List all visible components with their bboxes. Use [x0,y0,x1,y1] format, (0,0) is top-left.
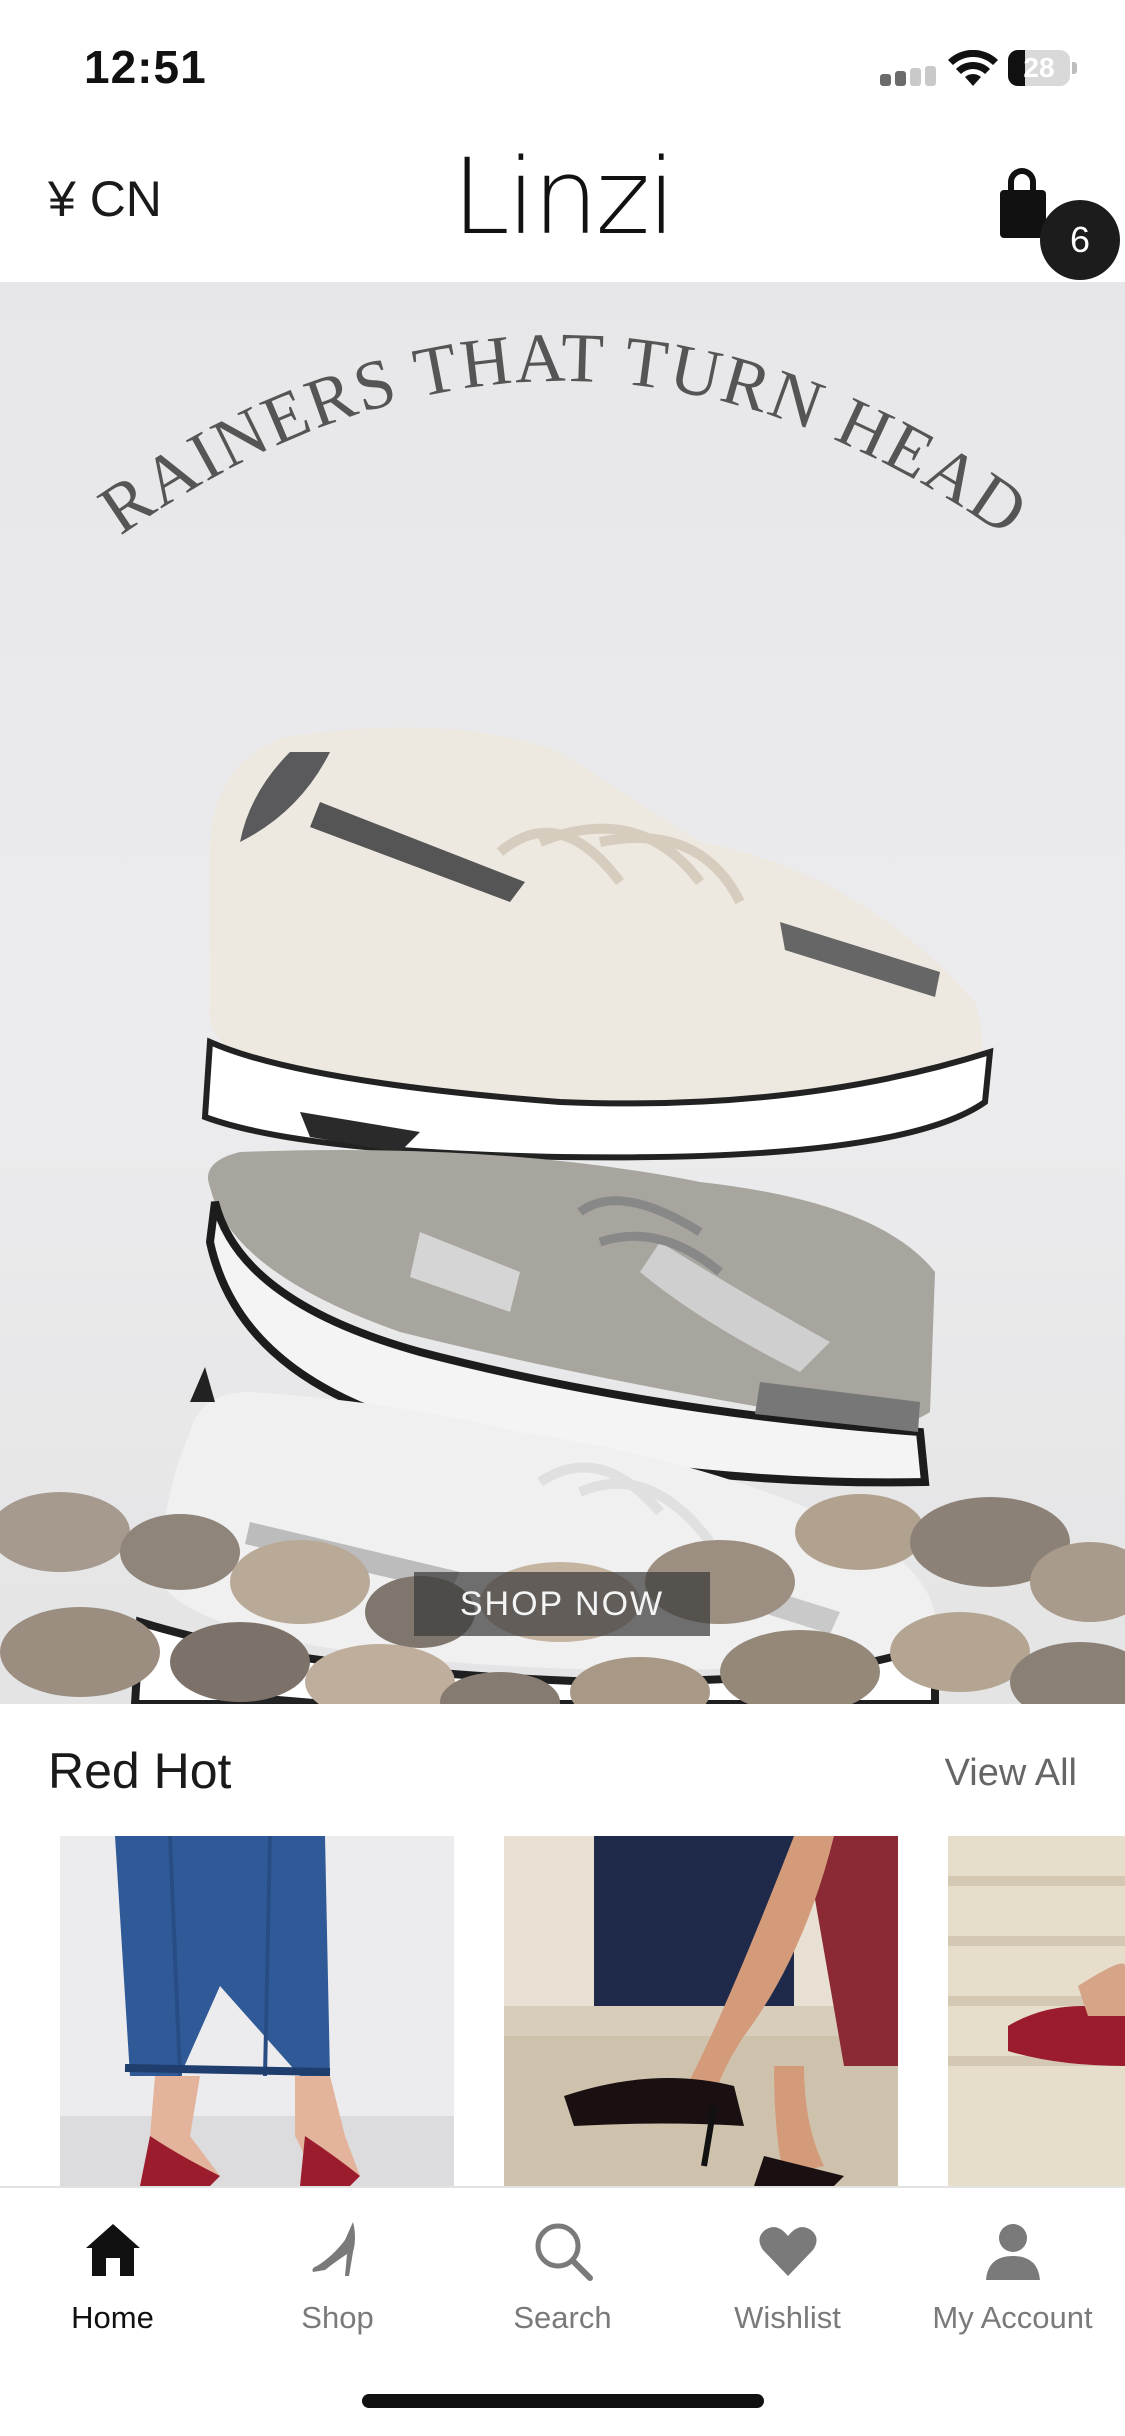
hero-image: TRAINERS THAT TURN HEADS [0,282,1125,1704]
home-icon [86,2224,140,2276]
brand-logo[interactable]: Linzi [0,136,1125,258]
search-icon [535,2223,593,2281]
battery-icon: 28 [1008,50,1078,86]
shop-now-button[interactable]: SHOP NOW [414,1572,710,1636]
tab-label: Wishlist [734,2300,841,2335]
heel-shoe-icon [312,2222,355,2276]
heart-icon [759,2227,817,2276]
tab-label: My Account [932,2300,1093,2335]
home-indicator [362,2394,764,2408]
tab-home[interactable]: Home [0,2188,225,2368]
product-image [504,1836,898,2186]
hero-headline: TRAINERS THAT TURN HEADS [0,282,1040,551]
account-icon [986,2224,1040,2280]
status-bar: 12:51 28 [0,0,1125,130]
hero-banner[interactable]: TRAINERS THAT TURN HEADS [0,282,1125,1704]
tab-wishlist[interactable]: Wishlist [675,2188,900,2368]
tab-my-account[interactable]: My Account [900,2188,1125,2368]
tab-label: Search [513,2300,612,2335]
product-image [60,1836,454,2186]
status-time: 12:51 [84,41,207,93]
tab-label: Shop [301,2300,374,2335]
battery-percent: 28 [1023,52,1055,83]
product-card[interactable] [504,1836,898,2186]
product-carousel[interactable] [0,1836,1125,2186]
product-card[interactable] [948,1836,1125,2186]
view-all-link[interactable]: View All [945,1752,1077,1795]
section-title: Red Hot [48,1743,232,1799]
tab-label: Home [71,2300,154,2335]
cellular-signal-icon [880,66,936,86]
tab-shop[interactable]: Shop [225,2188,450,2368]
wifi-icon [948,50,998,86]
product-card[interactable] [60,1836,454,2186]
section-header-red-hot: Red Hot View All [0,1704,1125,1834]
app-header: ¥ CN Linzi 6 [0,130,1125,282]
svg-text:TRAINERS THAT TURN HEADS: TRAINERS THAT TURN HEADS [0,282,1042,551]
cart-button[interactable]: 6 [996,168,1120,280]
cart-count-badge: 6 [1040,200,1120,280]
trainer-top [201,727,994,1161]
tab-search[interactable]: Search [450,2188,675,2368]
product-image [948,1836,1125,2186]
